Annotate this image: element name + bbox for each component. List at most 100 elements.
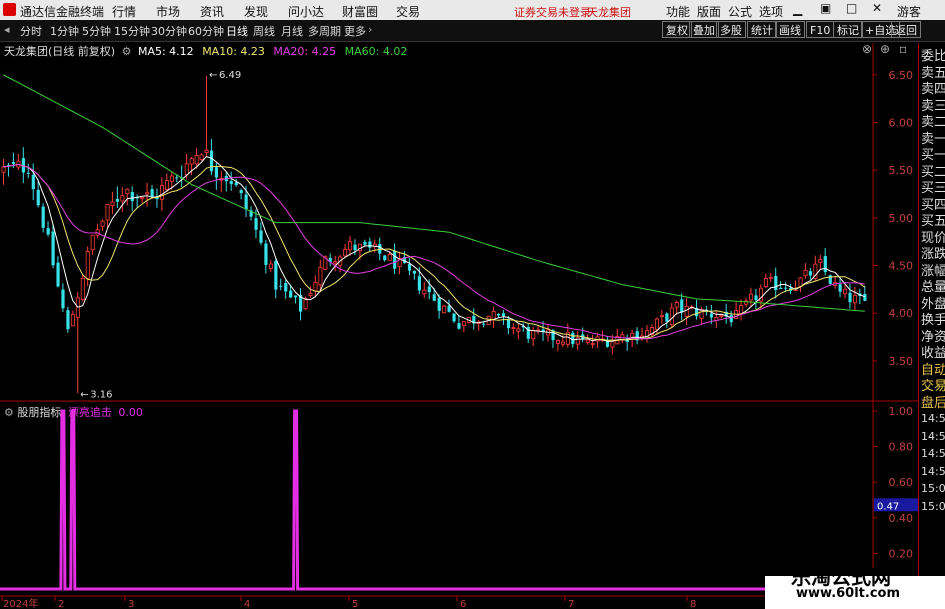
candle-body[interactable]: [234, 182, 238, 186]
candle-body[interactable]: [437, 298, 441, 311]
candle-body[interactable]: [100, 220, 105, 227]
candle-body[interactable]: [378, 244, 382, 254]
candle-body[interactable]: [51, 231, 55, 266]
menu-item-faxian[interactable]: 发现: [244, 3, 268, 20]
menu-item-banmian[interactable]: 版面: [697, 3, 721, 20]
tab-period-30min[interactable]: 30分钟: [151, 23, 187, 39]
tab-period-day[interactable]: 日线: [226, 23, 248, 39]
candle-body[interactable]: [501, 313, 506, 317]
candle-body[interactable]: [274, 260, 278, 290]
back-button[interactable]: 返回: [891, 21, 921, 38]
candle-body[interactable]: [368, 241, 372, 248]
candle-body[interactable]: [264, 243, 268, 265]
candle-body[interactable]: [189, 158, 194, 165]
candle-body[interactable]: [318, 266, 323, 286]
candle-body[interactable]: [729, 315, 733, 323]
f10-button[interactable]: F10: [806, 21, 835, 38]
candle-body[interactable]: [348, 241, 353, 251]
candle-body[interactable]: [46, 228, 50, 235]
tab-period-60min[interactable]: 60分钟: [188, 23, 224, 39]
candle-body[interactable]: [719, 315, 724, 317]
candle-body[interactable]: [784, 287, 788, 289]
candle-body[interactable]: [308, 293, 313, 296]
candle-body[interactable]: [754, 295, 758, 301]
draw-line-button[interactable]: 画线: [775, 21, 805, 38]
menu-item-caifuquan[interactable]: 财富圈: [342, 3, 378, 20]
candle-body[interactable]: [294, 295, 298, 298]
candle-body[interactable]: [575, 337, 580, 345]
candle-body[interactable]: [26, 172, 30, 174]
tab-period-multi[interactable]: 多周期: [308, 23, 341, 39]
candle-body[interactable]: [90, 234, 95, 251]
candle-body[interactable]: [818, 259, 823, 263]
candle-body[interactable]: [110, 201, 115, 207]
candle-body[interactable]: [422, 289, 427, 295]
candle-body[interactable]: [803, 269, 808, 277]
tab-period-15min[interactable]: 15分钟: [114, 23, 150, 39]
candle-body[interactable]: [363, 241, 367, 245]
candle-body[interactable]: [239, 190, 243, 194]
candle-body[interactable]: [150, 189, 154, 197]
candle-body[interactable]: [497, 313, 501, 316]
mark-button[interactable]: 标记: [833, 21, 863, 38]
candle-body[interactable]: [194, 155, 199, 165]
kline-chart[interactable]: 6.50 6.00 5.50 5.00 4.50 4.00 3.50 1.00 0.80 0.60…: [0, 43, 918, 609]
candle-body[interactable]: [763, 278, 768, 287]
candle-body[interactable]: [393, 250, 397, 269]
candle-body[interactable]: [412, 270, 417, 274]
candle-body[interactable]: [353, 244, 357, 251]
candle-body[interactable]: [120, 195, 125, 202]
candle-body[interactable]: [164, 180, 169, 190]
candle-body[interactable]: [768, 276, 773, 279]
candle-body[interactable]: [115, 198, 120, 202]
candle-body[interactable]: [31, 174, 35, 190]
quote-row-21[interactable]: 盘后: [921, 392, 945, 411]
candle-body[interactable]: [125, 188, 130, 195]
candle-body[interactable]: [184, 163, 189, 176]
menu-item-shichang[interactable]: 市场: [156, 3, 180, 20]
candle-body[interactable]: [571, 332, 575, 344]
multi-stock-button[interactable]: 多股: [716, 21, 746, 38]
candle-body[interactable]: [838, 284, 842, 292]
menu-item-wenxiaoda[interactable]: 问小达: [288, 3, 324, 20]
menu-item-hangqing[interactable]: 行情: [112, 3, 136, 20]
candle-body[interactable]: [289, 290, 293, 298]
candle-body[interactable]: [343, 248, 348, 257]
candle-body[interactable]: [585, 339, 590, 343]
candle-body[interactable]: [11, 162, 16, 164]
candle-body[interactable]: [457, 323, 461, 329]
guest-label[interactable]: 游客: [897, 3, 921, 20]
candle-body[interactable]: [506, 319, 511, 329]
more-chevron-icon[interactable]: ›: [368, 23, 372, 36]
menu-item-gongneng[interactable]: 功能: [666, 3, 690, 20]
candle-body[interactable]: [333, 261, 338, 264]
candle-body[interactable]: [204, 149, 209, 153]
candle-body[interactable]: [739, 304, 744, 314]
candle-body[interactable]: [417, 276, 421, 291]
candle-body[interactable]: [808, 271, 813, 276]
candle-body[interactable]: [774, 275, 778, 291]
tab-period-week[interactable]: 周线: [253, 23, 275, 39]
candle-body[interactable]: [36, 189, 40, 206]
candle-body[interactable]: [669, 307, 674, 325]
candle-body[interactable]: [259, 230, 263, 243]
candle-body[interactable]: [491, 311, 496, 320]
candle-body[interactable]: [590, 343, 595, 345]
candle-body[interactable]: [779, 287, 783, 289]
trade-login-notice[interactable]: 证券交易未登录: [514, 4, 591, 20]
candle-body[interactable]: [199, 154, 204, 160]
candle-body[interactable]: [284, 283, 288, 292]
maximize-icon[interactable]: □: [846, 1, 857, 15]
candle-body[interactable]: [279, 285, 283, 287]
candle-body[interactable]: [244, 194, 248, 210]
candle-body[interactable]: [461, 321, 466, 326]
candle-body[interactable]: [383, 255, 387, 261]
candle-body[interactable]: [560, 341, 565, 345]
menu-item-zixun[interactable]: 资讯: [200, 3, 224, 20]
candle-body[interactable]: [145, 192, 150, 195]
candle-body[interactable]: [209, 150, 214, 172]
candle-body[interactable]: [655, 318, 660, 330]
candle-body[interactable]: [823, 256, 827, 273]
candle-body[interactable]: [268, 263, 273, 269]
candle-body[interactable]: [303, 298, 308, 310]
